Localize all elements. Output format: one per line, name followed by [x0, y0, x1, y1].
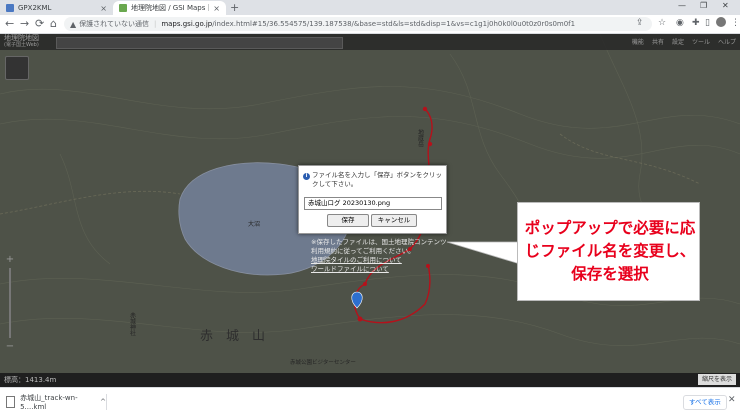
- show-all-button[interactable]: すべて表示: [683, 395, 727, 410]
- new-tab-button[interactable]: +: [230, 1, 239, 14]
- share-icon[interactable]: ⇪: [636, 18, 644, 28]
- restore-button[interactable]: ❐: [700, 1, 707, 10]
- elevation-readout: 標高：1413.4m: [4, 376, 57, 384]
- zoom-slider[interactable]: [9, 268, 11, 338]
- back-button[interactable]: ←: [5, 17, 14, 30]
- file-icon: [6, 396, 16, 408]
- extension-icon[interactable]: ◉: [676, 18, 684, 28]
- gsi-search-input[interactable]: [56, 37, 343, 49]
- security-status[interactable]: 保護されていない通信: [79, 19, 149, 29]
- browser-toolbar: ← → ⟳ ⌂ ▲ 保護されていない通信 | maps.gsi.go.jp /i…: [0, 15, 740, 34]
- download-bar: 赤城山_track-wn-5....kml ^ すべて表示 ✕: [0, 387, 740, 416]
- gsi-header: 地理院地図 (電子国土Web) 機能 共有 設定 ツール ヘルプ: [0, 34, 740, 50]
- cancel-button[interactable]: キャンセル: [371, 214, 417, 227]
- layers-button[interactable]: [5, 56, 29, 80]
- menu-tools[interactable]: ツール: [692, 37, 710, 46]
- menu-help[interactable]: ヘルプ: [718, 37, 736, 46]
- info-icon: i: [303, 173, 310, 180]
- callout-pointer: [446, 241, 521, 265]
- home-button[interactable]: ⌂: [50, 17, 57, 30]
- gsi-favicon-icon: [119, 4, 127, 12]
- star-icon[interactable]: ☆: [658, 18, 666, 28]
- label-onuma: 大沼: [248, 220, 260, 228]
- address-bar[interactable]: ▲ 保護されていない通信 | maps.gsi.go.jp /index.htm…: [64, 17, 652, 31]
- tab-close-icon[interactable]: ×: [100, 4, 107, 13]
- tab-gpx2kml[interactable]: GPX2KML ×: [0, 1, 113, 15]
- menu-icon[interactable]: ⋮: [731, 18, 740, 28]
- download-filename: 赤城山_track-wn-5....kml: [20, 394, 78, 411]
- save-button[interactable]: 保存: [327, 214, 369, 227]
- map-status-bar: 標高：1413.4m 縮尺を表示: [0, 373, 740, 387]
- tile-usage-link[interactable]: 地理院タイルのご利用について: [311, 256, 451, 265]
- url-host: maps.gsi.go.jp: [161, 20, 213, 28]
- label-akagisan: 赤 城 山: [200, 329, 265, 344]
- download-item[interactable]: 赤城山_track-wn-5....kml ^: [6, 394, 107, 411]
- menu-settings[interactable]: 設定: [672, 37, 684, 46]
- dialog-notes: ※保存したファイルは、国土地理院コンテンツ利用規約に従ってご利用ください。 地理…: [311, 238, 451, 274]
- page-favicon-icon: [6, 4, 14, 12]
- puzzle-icon[interactable]: ✚: [692, 18, 700, 28]
- forward-button[interactable]: →: [20, 17, 29, 30]
- reload-button[interactable]: ⟳: [35, 17, 44, 30]
- save-image-dialog: i ファイル名を入力し「保存」ボタンをクリックして下さい。 保存 キャンセル: [298, 165, 447, 234]
- gsi-menu: 機能 共有 設定 ツール ヘルプ: [632, 37, 736, 46]
- download-bar-close-icon[interactable]: ✕: [728, 395, 736, 405]
- label-visitor-center: 赤城公園ビジターセンター: [290, 358, 356, 366]
- chevron-up-icon[interactable]: ^: [100, 398, 106, 406]
- instruction-callout: ポップアップで必要に応じファイル名を変更し、保存を選択: [517, 202, 700, 301]
- minimize-button[interactable]: —: [678, 1, 686, 10]
- tab-title: 地理院地図 / GSI Maps｜国土地理院: [131, 4, 210, 12]
- world-file-link[interactable]: ワールドファイルについて: [311, 265, 451, 274]
- zoom-in-button[interactable]: +: [4, 254, 16, 265]
- sidepanel-icon[interactable]: ▯: [705, 18, 710, 28]
- menu-function[interactable]: 機能: [632, 37, 644, 46]
- zoom-control: + −: [4, 254, 16, 354]
- zoom-out-button[interactable]: −: [4, 341, 16, 352]
- avatar[interactable]: [716, 17, 726, 27]
- label-shrine: 赤城神社: [129, 312, 136, 337]
- tab-close-icon[interactable]: ×: [213, 4, 220, 13]
- tab-strip: GPX2KML × 地理院地図 / GSI Maps｜国土地理院 × + — ❐…: [0, 0, 740, 15]
- filename-input[interactable]: [304, 197, 442, 210]
- dialog-message: ファイル名を入力し「保存」ボタンをクリックして下さい。: [312, 171, 442, 188]
- url-path: /index.html#15/36.554575/139.187538/&bas…: [212, 20, 576, 28]
- label-jizodake: 地蔵岳: [417, 128, 424, 148]
- tab-gsi-maps[interactable]: 地理院地図 / GSI Maps｜国土地理院 ×: [113, 1, 226, 15]
- menu-share[interactable]: 共有: [652, 37, 664, 46]
- callout-text: ポップアップで必要に応じファイル名を変更し、保存を選択: [524, 219, 696, 283]
- scale-button[interactable]: 縮尺を表示: [698, 374, 736, 385]
- gsi-logo[interactable]: 地理院地図 (電子国土Web): [4, 35, 39, 49]
- terms-note: ※保存したファイルは、国土地理院コンテンツ利用規約に従ってご利用ください。: [311, 238, 447, 255]
- window-close-button[interactable]: ✕: [722, 1, 729, 10]
- tab-title: GPX2KML: [18, 4, 52, 12]
- warning-icon[interactable]: ▲: [70, 20, 76, 29]
